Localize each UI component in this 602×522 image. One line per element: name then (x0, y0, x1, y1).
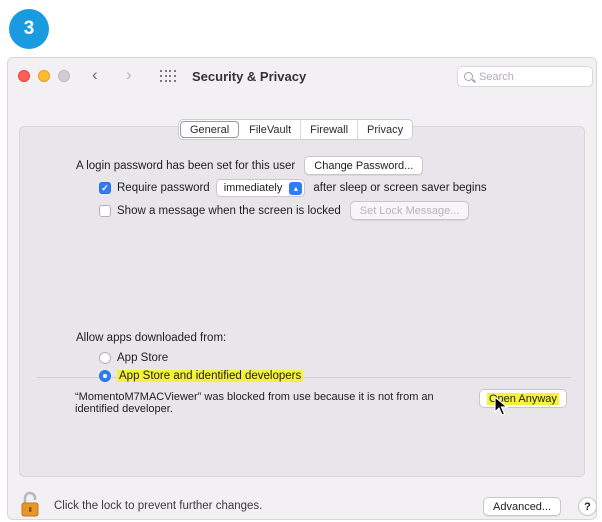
tab-filevault[interactable]: FileVault (240, 120, 302, 139)
require-password-delay-select[interactable]: immediately ▴ (215, 179, 306, 197)
open-anyway-button[interactable]: Open Anyway (479, 389, 567, 408)
search-placeholder: Search (479, 70, 514, 83)
tab-privacy[interactable]: Privacy (358, 120, 412, 139)
back-chevron-icon[interactable]: ‹ (92, 65, 98, 85)
blocked-app-message: “MomentoM7MACViewer” was blocked from us… (75, 391, 434, 415)
window-title: Security & Privacy (192, 69, 307, 84)
show-message-row: Show a message when the screen is locked… (99, 201, 470, 220)
after-sleep-text: after sleep or screen saver begins (313, 182, 487, 194)
radio-app-store-row: App Store (99, 352, 168, 364)
search-input[interactable]: Search (457, 66, 593, 87)
minimize-window-button[interactable] (38, 70, 50, 82)
show-message-checkbox[interactable] (99, 204, 111, 217)
chevron-updown-icon: ▴ (289, 181, 303, 195)
step-badge: 3 (9, 9, 49, 49)
allow-apps-heading: Allow apps downloaded from: (76, 332, 227, 344)
tab-bar: General FileVault Firewall Privacy (178, 119, 414, 140)
require-password-row: ✓ Require password immediately ▴ after s… (99, 179, 487, 197)
radio-app-store-label: App Store (117, 352, 169, 364)
login-password-row: A login password has been set for this u… (76, 156, 424, 175)
set-lock-message-button[interactable]: Set Lock Message... (349, 201, 470, 220)
require-password-label: Require password (117, 182, 210, 194)
radio-identified-developers[interactable] (99, 370, 111, 382)
help-button[interactable]: ? (578, 497, 597, 516)
radio-identified-developers-label: App Store and identified developers (117, 370, 304, 382)
mouse-pointer-icon (494, 396, 508, 416)
show-all-grid-icon[interactable] (160, 70, 176, 82)
titlebar: ‹ › Security & Privacy Search (8, 58, 596, 94)
require-password-delay-value: immediately (223, 182, 283, 194)
require-password-checkbox[interactable]: ✓ (99, 182, 111, 194)
close-window-button[interactable] (18, 70, 30, 82)
search-icon (464, 72, 473, 81)
lock-hint-text: Click the lock to prevent further change… (54, 500, 263, 512)
radio-app-store[interactable] (99, 352, 111, 364)
change-password-button[interactable]: Change Password... (304, 156, 424, 175)
forward-chevron-icon[interactable]: › (126, 65, 132, 85)
show-message-label: Show a message when the screen is locked (117, 204, 341, 217)
login-password-text: A login password has been set for this u… (76, 159, 296, 172)
advanced-button[interactable]: Advanced... (483, 497, 562, 516)
tab-firewall[interactable]: Firewall (301, 120, 359, 139)
tab-general[interactable]: General (180, 121, 240, 138)
preferences-window: ‹ › Security & Privacy Search General Fi… (7, 57, 597, 520)
radio-identified-developers-row: App Store and identified developers (99, 370, 304, 382)
unlocked-padlock-icon[interactable] (20, 491, 44, 517)
zoom-window-button[interactable] (58, 70, 70, 82)
